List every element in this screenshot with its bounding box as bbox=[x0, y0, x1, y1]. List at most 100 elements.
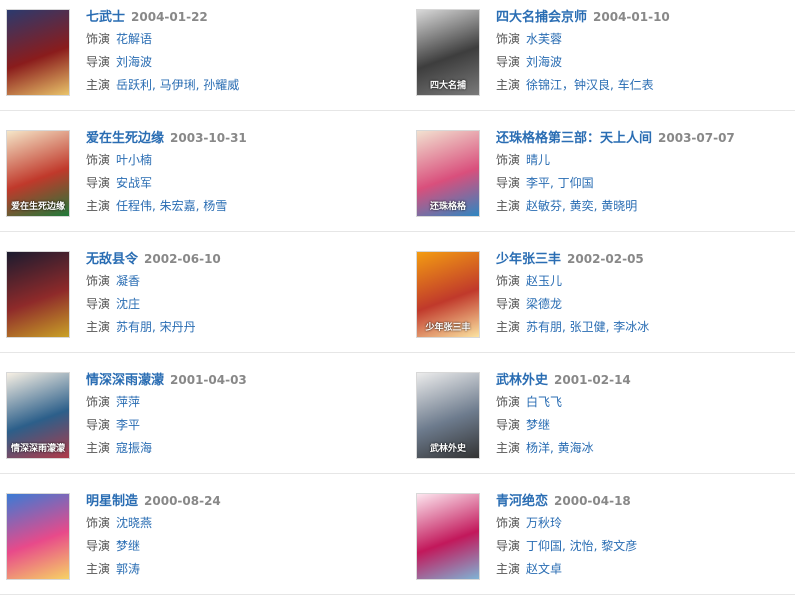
role-label: 饰演 bbox=[496, 274, 521, 288]
character-name[interactable]: 沈晓燕 bbox=[116, 516, 152, 530]
director-label: 导演 bbox=[86, 176, 111, 190]
director-link[interactable]: 刘海波 bbox=[526, 55, 562, 69]
drama-title-link[interactable]: 青河绝恋 bbox=[496, 494, 548, 509]
drama-title-link[interactable]: 爱在生死边缘 bbox=[86, 131, 164, 146]
starring-label: 主演 bbox=[86, 199, 111, 213]
role-label: 饰演 bbox=[86, 274, 111, 288]
poster-title-text: 四大名捕 bbox=[429, 81, 466, 91]
drama-title-link[interactable]: 还珠格格第三部：天上人间 bbox=[496, 131, 652, 146]
role-label: 饰演 bbox=[496, 395, 521, 409]
drama-title-link[interactable]: 明星制造 bbox=[86, 494, 138, 509]
drama-title-link[interactable]: 七武士 bbox=[86, 10, 125, 25]
director-row: 导演 李平, 丁仰国 bbox=[496, 172, 791, 195]
role-row: 饰演 萍萍 bbox=[86, 391, 390, 414]
director-link[interactable]: 刘海波 bbox=[116, 55, 152, 69]
starring-row: 主演 杨洋, 黄海冰 bbox=[496, 437, 791, 460]
drama-info: 青河绝恋 2000-04-18 饰演 万秋玲 导演 丁仰国, 沈怡, 黎文彦 主演 赵文卓 bbox=[496, 491, 791, 581]
starring-links[interactable]: 任程伟, 朱宏嘉, 杨雪 bbox=[116, 199, 227, 213]
character-name[interactable]: 叶小楠 bbox=[116, 153, 152, 167]
director-link[interactable]: 安战军 bbox=[116, 176, 152, 190]
role-row: 饰演 沈晓燕 bbox=[86, 512, 390, 535]
director-label: 导演 bbox=[86, 539, 111, 553]
starring-row: 主演 苏有朋, 宋丹丹 bbox=[86, 316, 390, 339]
character-name[interactable]: 白飞飞 bbox=[526, 395, 562, 409]
role-label: 饰演 bbox=[86, 516, 111, 530]
director-link[interactable]: 沈庄 bbox=[116, 297, 140, 311]
starring-label: 主演 bbox=[86, 441, 111, 455]
role-row: 饰演 万秋玲 bbox=[496, 512, 791, 535]
poster-title-text: 情深深雨濛濛 bbox=[10, 444, 65, 454]
title-row: 少年张三丰 2002-02-05 bbox=[496, 249, 791, 270]
drama-poster[interactable] bbox=[6, 251, 70, 338]
director-label: 导演 bbox=[496, 176, 521, 190]
drama-title-link[interactable]: 四大名捕会京师 bbox=[496, 10, 587, 25]
character-name[interactable]: 晴儿 bbox=[526, 153, 550, 167]
director-row: 导演 刘海波 bbox=[496, 51, 791, 74]
drama-title-link[interactable]: 少年张三丰 bbox=[496, 252, 561, 267]
starring-row: 主演 岳跃利, 马伊琍, 孙耀威 bbox=[86, 74, 390, 97]
director-label: 导演 bbox=[86, 55, 111, 69]
drama-info: 还珠格格第三部：天上人间 2003-07-07 饰演 晴儿 导演 李平, 丁仰国 主演 赵敏芬… bbox=[496, 128, 791, 218]
starring-links[interactable]: 徐锦江，钟汉良, 车仁表 bbox=[526, 78, 654, 92]
drama-info: 少年张三丰 2002-02-05 饰演 赵玉儿 导演 梁德龙 主演 苏有朋, 张卫健, 李冰冰 bbox=[496, 249, 791, 339]
title-row: 还珠格格第三部：天上人间 2003-07-07 bbox=[496, 128, 791, 149]
drama-card: 七武士 2004-01-22 饰演 花解语 导演 刘海波 主演 岳跃利, 马伊琍, 孙耀威 bbox=[0, 4, 394, 125]
drama-info: 爱在生死边缘 2003-10-31 饰演 叶小楠导演 安战军 主演 任程伟, 朱宏嘉, 杨雪 bbox=[86, 128, 390, 218]
starring-label: 主演 bbox=[496, 199, 521, 213]
release-date: 2002-06-10 bbox=[144, 252, 221, 266]
drama-poster[interactable] bbox=[416, 493, 480, 580]
role-row: 饰演 水芙蓉 bbox=[496, 28, 791, 51]
title-row: 明星制造 2000-08-24 bbox=[86, 491, 390, 512]
character-name[interactable]: 花解语 bbox=[116, 32, 152, 46]
drama-poster[interactable]: 爱在生死边缘 bbox=[6, 130, 70, 217]
director-link[interactable]: 梦继 bbox=[526, 418, 550, 432]
drama-poster[interactable] bbox=[6, 9, 70, 96]
director-link[interactable]: 李平, 丁仰国 bbox=[526, 176, 594, 190]
character-name[interactable]: 水芙蓉 bbox=[526, 32, 562, 46]
drama-info: 七武士 2004-01-22 饰演 花解语 导演 刘海波 主演 岳跃利, 马伊琍, 孙耀威 bbox=[86, 7, 390, 97]
starring-links[interactable]: 赵敏芬, 黄奕, 黄晓明 bbox=[526, 199, 637, 213]
drama-info: 四大名捕会京师 2004-01-10 饰演 水芙蓉 导演 刘海波 主演 徐锦江，钟汉良, 车仁… bbox=[496, 7, 791, 97]
role-label: 饰演 bbox=[496, 153, 521, 167]
character-name[interactable]: 凝香 bbox=[116, 274, 140, 288]
character-name[interactable]: 赵玉儿 bbox=[526, 274, 562, 288]
title-row: 武林外史 2001-02-14 bbox=[496, 370, 791, 391]
starring-row: 主演 郭涛 bbox=[86, 558, 390, 581]
starring-links[interactable]: 赵文卓 bbox=[526, 562, 562, 576]
title-row: 爱在生死边缘 2003-10-31 bbox=[86, 128, 390, 149]
drama-card: 明星制造 2000-08-24 饰演 沈晓燕 导演 梦继 主演 郭涛 bbox=[0, 488, 394, 600]
drama-info: 明星制造 2000-08-24 饰演 沈晓燕 导演 梦继 主演 郭涛 bbox=[86, 491, 390, 581]
director-link[interactable]: 李平 bbox=[116, 418, 140, 432]
starring-label: 主演 bbox=[496, 78, 521, 92]
starring-links[interactable]: 岳跃利, 马伊琍, 孙耀威 bbox=[116, 78, 239, 92]
director-link[interactable]: 梦继 bbox=[116, 539, 140, 553]
drama-title-link[interactable]: 无敌县令 bbox=[86, 252, 138, 267]
starring-links[interactable]: 郭涛 bbox=[116, 562, 140, 576]
director-link[interactable]: 丁仰国, 沈怡, 黎文彦 bbox=[526, 539, 637, 553]
starring-label: 主演 bbox=[86, 562, 111, 576]
title-row: 无敌县令 2002-06-10 bbox=[86, 249, 390, 270]
starring-links[interactable]: 苏有朋, 张卫健, 李冰冰 bbox=[526, 320, 649, 334]
drama-title-link[interactable]: 情深深雨濛濛 bbox=[86, 373, 164, 388]
director-link[interactable]: 梁德龙 bbox=[526, 297, 562, 311]
starring-row: 主演 徐锦江，钟汉良, 车仁表 bbox=[496, 74, 791, 97]
drama-poster[interactable]: 四大名捕 bbox=[416, 9, 480, 96]
starring-links[interactable]: 苏有朋, 宋丹丹 bbox=[116, 320, 196, 334]
drama-poster[interactable]: 武林外史 bbox=[416, 372, 480, 459]
drama-info: 无敌县令 2002-06-10 饰演 凝香 导演 沈庄主演 苏有朋, 宋丹丹 bbox=[86, 249, 390, 339]
role-label: 饰演 bbox=[496, 32, 521, 46]
role-row: 饰演 叶小楠 bbox=[86, 149, 390, 172]
director-label: 导演 bbox=[86, 297, 111, 311]
starring-links[interactable]: 寇振海 bbox=[116, 441, 152, 455]
starring-links[interactable]: 杨洋, 黄海冰 bbox=[526, 441, 594, 455]
director-row: 导演 丁仰国, 沈怡, 黎文彦 bbox=[496, 535, 791, 558]
drama-poster[interactable] bbox=[6, 493, 70, 580]
drama-card: 爱在生死边缘 爱在生死边缘 2003-10-31 饰演 叶小楠导演 安战军 主演 任程伟, 朱… bbox=[0, 125, 394, 246]
character-name[interactable]: 万秋玲 bbox=[526, 516, 562, 530]
drama-poster[interactable]: 情深深雨濛濛 bbox=[6, 372, 70, 459]
starring-label: 主演 bbox=[496, 562, 521, 576]
character-name[interactable]: 萍萍 bbox=[116, 395, 140, 409]
drama-poster[interactable]: 少年张三丰 bbox=[416, 251, 480, 338]
drama-title-link[interactable]: 武林外史 bbox=[496, 373, 548, 388]
drama-poster[interactable]: 还珠格格 bbox=[416, 130, 480, 217]
